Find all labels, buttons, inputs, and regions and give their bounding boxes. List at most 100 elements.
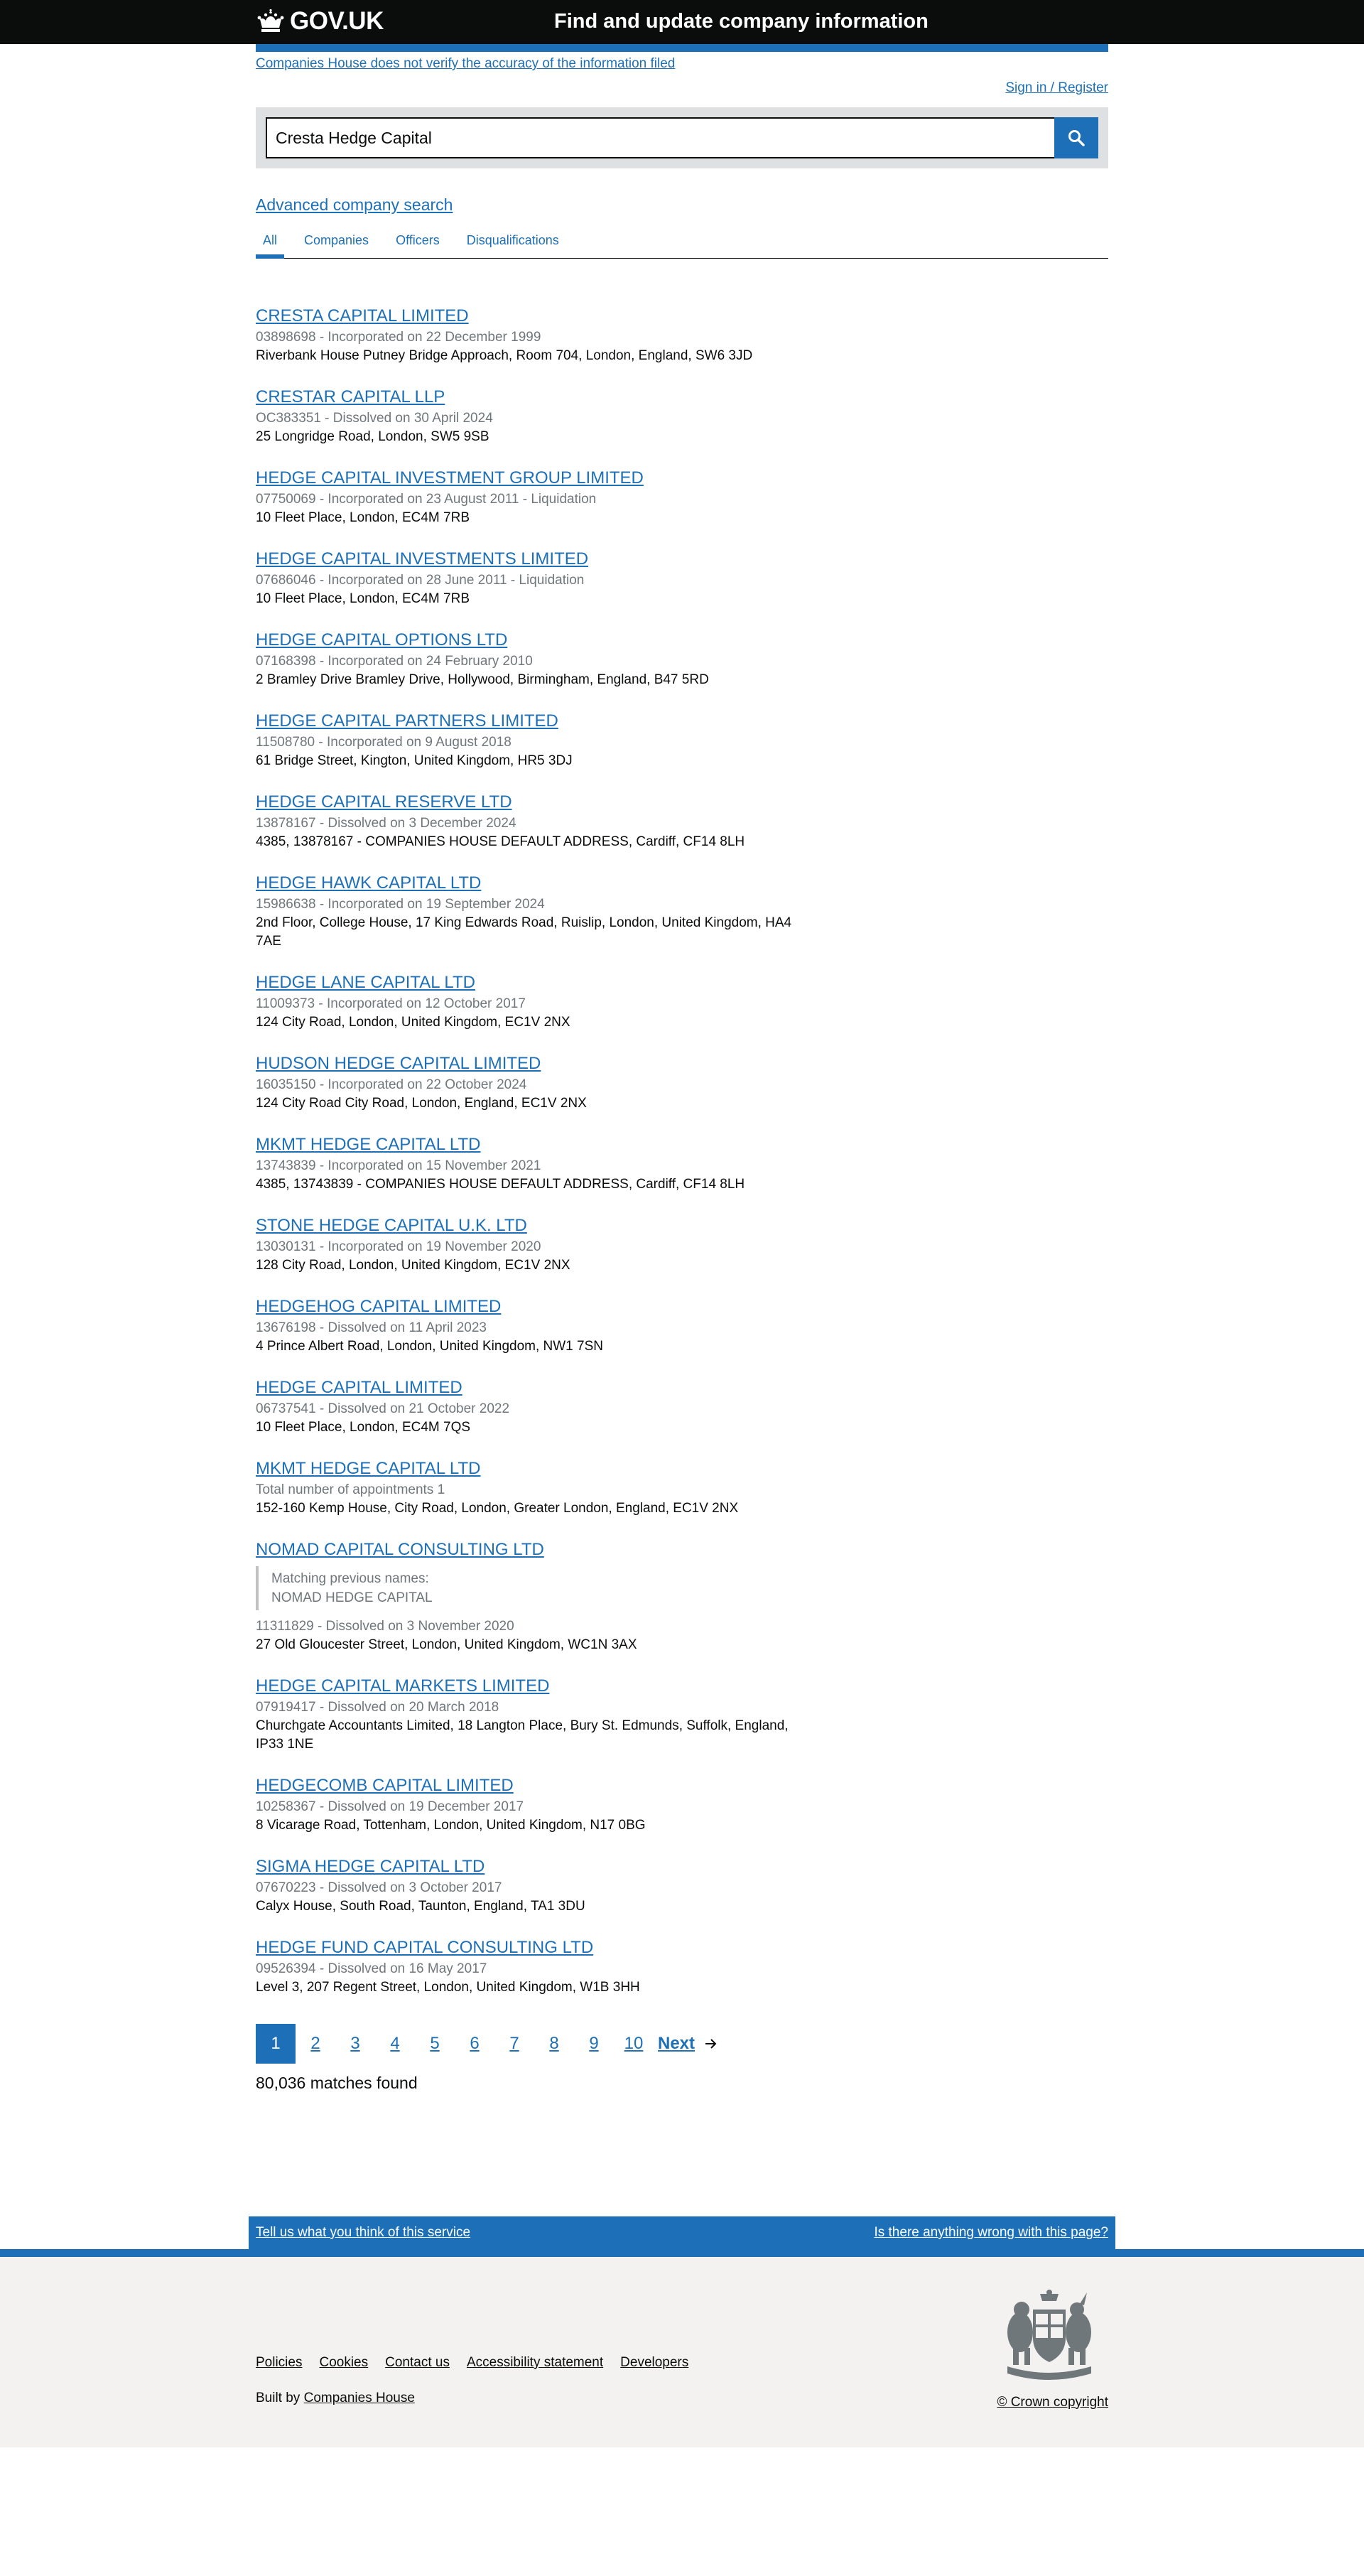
- page-1-current[interactable]: 1: [256, 2024, 296, 2064]
- logo-text: GOV.UK: [290, 7, 384, 35]
- site-footer: Policies Cookies Contact us Accessibilit…: [0, 2249, 1364, 2447]
- result-title-link[interactable]: HEDGE CAPITAL INVESTMENTS LIMITED: [256, 549, 588, 570]
- result-meta: OC383351 - Dissolved on 30 April 2024: [256, 411, 493, 426]
- report-problem-link[interactable]: Is there anything wrong with this page?: [874, 2225, 1108, 2241]
- result-address: Riverbank House Putney Bridge Approach, …: [256, 348, 753, 363]
- result-title-link[interactable]: HEDGEHOG CAPITAL LIMITED: [256, 1296, 501, 1317]
- footer-link-policies[interactable]: Policies: [256, 2355, 302, 2371]
- footer-link-cookies[interactable]: Cookies: [319, 2355, 368, 2371]
- companies-house-link[interactable]: Companies House: [304, 2391, 415, 2405]
- result-title-link[interactable]: CRESTAR CAPITAL LLP: [256, 387, 445, 408]
- tab-disqualifications[interactable]: Disqualifications: [460, 227, 566, 259]
- result-address: 2 Bramley Drive Bramley Drive, Hollywood…: [256, 672, 709, 687]
- result-address: 128 City Road, London, United Kingdom, E…: [256, 1258, 570, 1273]
- page-8-link[interactable]: 8: [534, 2024, 574, 2064]
- feedback-service-link[interactable]: Tell us what you think of this service: [256, 2225, 470, 2241]
- result-title-link[interactable]: HEDGE CAPITAL MARKETS LIMITED: [256, 1676, 549, 1697]
- result-meta: 06737541 - Dissolved on 21 October 2022: [256, 1401, 510, 1416]
- list-item: CRESTAR CAPITAL LLP OC383351 - Dissolved…: [256, 387, 817, 446]
- list-item: MKMT HEDGE CAPITAL LTD 13743839 - Incorp…: [256, 1134, 817, 1194]
- footer-link-contact-us[interactable]: Contact us: [385, 2355, 450, 2371]
- previous-names-label: Matching previous names:: [271, 1571, 429, 1586]
- site-header: GOV.UK Find and update company informati…: [0, 0, 1364, 44]
- result-title-link[interactable]: HEDGE LANE CAPITAL LTD: [256, 972, 475, 993]
- result-address: 124 City Road City Road, London, England…: [256, 1096, 587, 1111]
- footer-inner: Policies Cookies Contact us Accessibilit…: [256, 2257, 1108, 2447]
- list-item: HEDGE CAPITAL INVESTMENT GROUP LIMITED 0…: [256, 468, 817, 527]
- search-input[interactable]: [266, 117, 1054, 158]
- page-10-link[interactable]: 10: [614, 2024, 654, 2064]
- result-address: Level 3, 207 Regent Street, London, Unit…: [256, 1980, 640, 1995]
- crown-icon: [257, 9, 284, 32]
- search-button[interactable]: [1054, 117, 1098, 158]
- result-title-link[interactable]: HEDGE CAPITAL LIMITED: [256, 1377, 462, 1399]
- search-panel: [256, 107, 1108, 168]
- tab-all[interactable]: All: [256, 227, 285, 259]
- result-meta: 13743839 - Incorporated on 15 November 2…: [256, 1158, 541, 1173]
- service-name-link[interactable]: Find and update company information: [554, 10, 929, 33]
- previous-name: NOMAD HEDGE CAPITAL: [271, 1590, 433, 1605]
- result-address: 4385, 13878167 - COMPANIES HOUSE DEFAULT…: [256, 834, 745, 849]
- result-address: 10 Fleet Place, London, EC4M 7RB: [256, 510, 470, 525]
- page-4-link[interactable]: 4: [375, 2024, 415, 2064]
- result-meta: 07750069 - Incorporated on 23 August 201…: [256, 492, 597, 507]
- tab-companies[interactable]: Companies: [297, 227, 376, 259]
- page-6-link[interactable]: 6: [455, 2024, 494, 2064]
- result-address: 10 Fleet Place, London, EC4M 7QS: [256, 1420, 471, 1435]
- result-meta: Total number of appointments 1: [256, 1482, 445, 1497]
- page-5-link[interactable]: 5: [415, 2024, 455, 2064]
- footer-link-developers[interactable]: Developers: [620, 2355, 688, 2371]
- result-meta: 15986638 - Incorporated on 19 September …: [256, 897, 545, 912]
- pagination: 1 2 3 4 5 6 7 8 9 10 Next: [256, 2024, 1108, 2064]
- result-title-link[interactable]: HEDGE CAPITAL INVESTMENT GROUP LIMITED: [256, 468, 644, 489]
- result-address: 4385, 13743839 - COMPANIES HOUSE DEFAULT…: [256, 1177, 745, 1192]
- previous-names-inset: Matching previous names: NOMAD HEDGE CAP…: [256, 1566, 817, 1610]
- list-item: STONE HEDGE CAPITAL U.K. LTD 13030131 - …: [256, 1215, 817, 1275]
- result-meta: 07686046 - Incorporated on 28 June 2011 …: [256, 573, 585, 588]
- result-meta: 13676198 - Dissolved on 11 April 2023: [256, 1320, 487, 1335]
- header-blue-rule: [256, 44, 1108, 52]
- sign-in-register-link[interactable]: Sign in / Register: [1005, 80, 1108, 95]
- result-address: 25 Longridge Road, London, SW5 9SB: [256, 429, 489, 444]
- page-3-link[interactable]: 3: [335, 2024, 375, 2064]
- result-meta: 07670223 - Dissolved on 3 October 2017: [256, 1880, 502, 1895]
- accuracy-disclaimer-link[interactable]: Companies House does not verify the accu…: [256, 56, 675, 72]
- result-title-link[interactable]: HEDGECOMB CAPITAL LIMITED: [256, 1775, 514, 1796]
- next-page-link[interactable]: Next: [658, 2034, 718, 2054]
- advanced-company-search-link[interactable]: Advanced company search: [256, 195, 453, 215]
- result-title-link[interactable]: HEDGE CAPITAL PARTNERS LIMITED: [256, 711, 558, 732]
- built-by: Built by Companies House: [256, 2391, 415, 2406]
- result-address: Calyx House, South Road, Taunton, Englan…: [256, 1899, 585, 1914]
- page-2-link[interactable]: 2: [296, 2024, 335, 2064]
- result-title-link[interactable]: CRESTA CAPITAL LIMITED: [256, 306, 469, 327]
- result-title-link[interactable]: HEDGE HAWK CAPITAL LTD: [256, 873, 481, 894]
- next-page-label: Next: [658, 2034, 695, 2053]
- list-item: NOMAD CAPITAL CONSULTING LTD Matching pr…: [256, 1539, 817, 1654]
- list-item: MKMT HEDGE CAPITAL LTD Total number of a…: [256, 1458, 817, 1518]
- result-title-link[interactable]: HEDGE CAPITAL OPTIONS LTD: [256, 630, 507, 651]
- result-title-link[interactable]: HUDSON HEDGE CAPITAL LIMITED: [256, 1053, 541, 1074]
- page-7-link[interactable]: 7: [494, 2024, 534, 2064]
- result-title-link[interactable]: SIGMA HEDGE CAPITAL LTD: [256, 1856, 485, 1877]
- list-item: HEDGE FUND CAPITAL CONSULTING LTD 095263…: [256, 1937, 817, 1997]
- tab-officers[interactable]: Officers: [389, 227, 447, 259]
- page-9-link[interactable]: 9: [574, 2024, 614, 2064]
- list-item: HEDGE CAPITAL PARTNERS LIMITED 11508780 …: [256, 711, 817, 770]
- result-title-link[interactable]: STONE HEDGE CAPITAL U.K. LTD: [256, 1215, 527, 1236]
- result-address: 2nd Floor, College House, 17 King Edward…: [256, 915, 792, 949]
- result-title-link[interactable]: MKMT HEDGE CAPITAL LTD: [256, 1134, 481, 1155]
- arrow-right-icon: [705, 2039, 717, 2049]
- footer-link-accessibility[interactable]: Accessibility statement: [467, 2355, 603, 2371]
- result-title-link[interactable]: HEDGE FUND CAPITAL CONSULTING LTD: [256, 1937, 593, 1958]
- result-title-link[interactable]: MKMT HEDGE CAPITAL LTD: [256, 1458, 481, 1480]
- list-item: HEDGE CAPITAL MARKETS LIMITED 07919417 -…: [256, 1676, 817, 1754]
- crown-copyright-link[interactable]: © Crown copyright: [997, 2395, 1108, 2410]
- result-title-link[interactable]: HEDGE CAPITAL RESERVE LTD: [256, 792, 512, 813]
- result-meta: 07919417 - Dissolved on 20 March 2018: [256, 1700, 499, 1715]
- signin-row: Sign in / Register: [256, 80, 1108, 100]
- govuk-logo-link[interactable]: GOV.UK: [256, 7, 384, 36]
- result-meta: 11508780 - Incorporated on 9 August 2018: [256, 735, 512, 750]
- result-title-link[interactable]: NOMAD CAPITAL CONSULTING LTD: [256, 1539, 544, 1561]
- list-item: SIGMA HEDGE CAPITAL LTD 07670223 - Disso…: [256, 1856, 817, 1916]
- header-inner: GOV.UK Find and update company informati…: [256, 0, 1108, 44]
